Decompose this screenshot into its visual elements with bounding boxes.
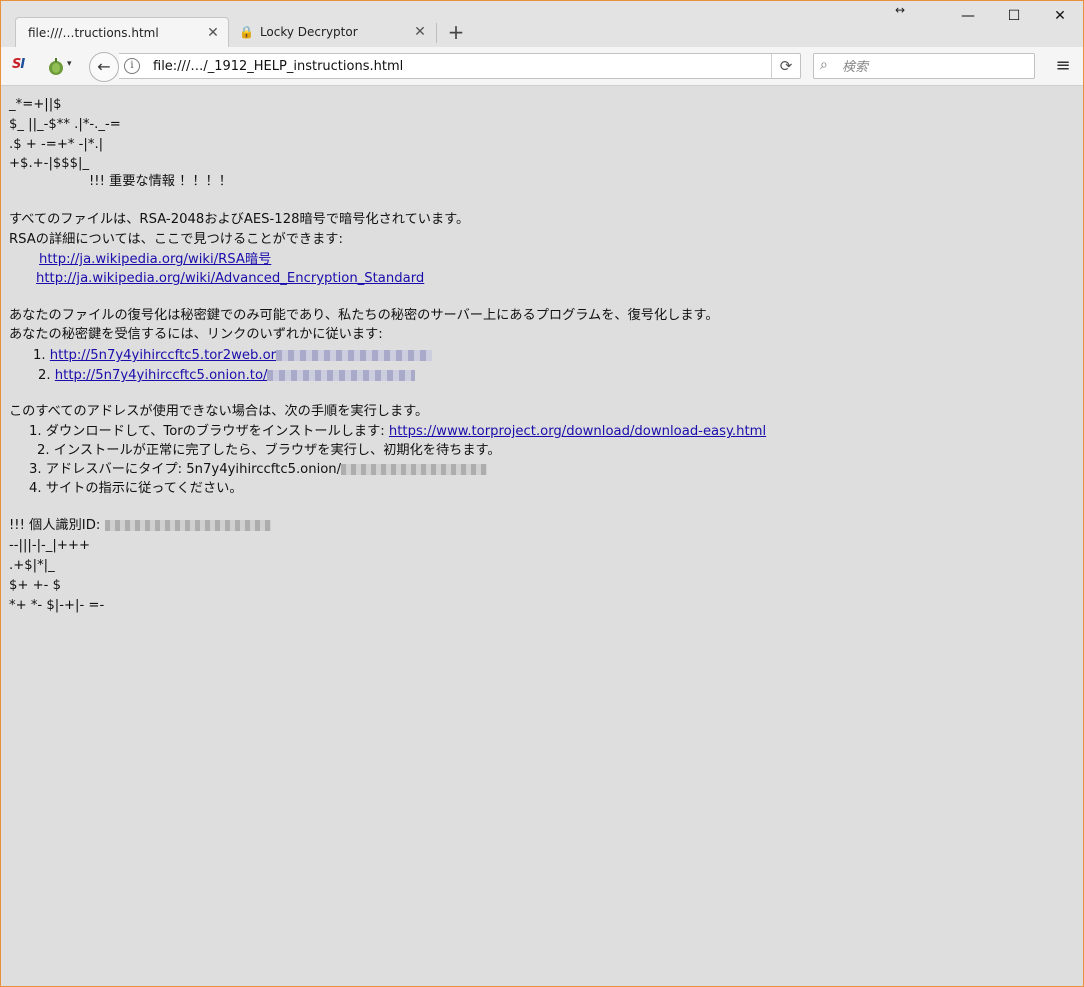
search-icon: ⌕ xyxy=(820,57,828,73)
ascii-art-line: .$ + -=+* -|*.| xyxy=(9,137,104,152)
tor-download-link[interactable]: https://www.torproject.org/download/down… xyxy=(389,424,766,439)
back-button[interactable]: ← xyxy=(89,52,119,82)
ascii-art-line: .+$|*|_ xyxy=(9,558,55,573)
dropdown-caret-icon[interactable]: ▾ xyxy=(67,59,72,69)
lock-icon: 🔒 xyxy=(239,25,254,39)
minimize-button[interactable]: — xyxy=(945,1,991,31)
ascii-art-line: _*=+||$ xyxy=(9,97,62,112)
tab-close-icon[interactable]: ✕ xyxy=(206,26,220,40)
private-key-instructions: あなたの秘密鍵を受信するには、リンクのいずれかに従います: xyxy=(9,327,383,342)
payment-link-1[interactable]: 1. http://5n7y4yihirccftc5.tor2web.or xyxy=(33,346,433,365)
search-input[interactable] xyxy=(840,57,1032,77)
redacted-id xyxy=(104,519,271,531)
step-3: 3. アドレスバーにタイプ: 5n7y4yihirccftc5.onion/ xyxy=(29,460,488,479)
ascii-art-line: *+ *- $|-+|- =- xyxy=(9,598,105,613)
menu-button[interactable]: ≡ xyxy=(1051,55,1075,77)
aes-wiki-link[interactable]: http://ja.wikipedia.org/wiki/Advanced_En… xyxy=(36,269,424,288)
resize-indicator-icon: ↔ xyxy=(895,3,906,17)
decryption-info: あなたのファイルの復号化は秘密鍵でのみ可能であり、私たちの秘密のサーバー上にある… xyxy=(9,308,719,323)
rsa-details-text: RSAの詳細については、ここで見つけることができます: xyxy=(9,232,343,247)
redacted-id xyxy=(276,349,433,361)
redacted-id xyxy=(341,463,488,475)
rsa-wiki-link[interactable]: http://ja.wikipedia.org/wiki/RSA暗号 xyxy=(39,250,271,269)
tab-title: Locky Decryptor xyxy=(259,25,358,39)
info-icon[interactable]: i xyxy=(124,58,140,74)
window-close-button[interactable]: ✕ xyxy=(1037,1,1083,31)
title-bar: file:///…tructions.html ✕ 🔒 Locky Decryp… xyxy=(1,1,1083,47)
ascii-art-line: --|||-|-_|+++ xyxy=(9,538,90,553)
page-heading: !!! 重要な情報 ！！！！ xyxy=(89,174,232,189)
si-logo-icon[interactable]: SI xyxy=(12,57,25,72)
address-bar[interactable]: i file:///…/_1912_HELP_instructions.html… xyxy=(119,53,801,79)
search-box[interactable]: ⌕ xyxy=(813,53,1035,79)
browser-window: file:///…tructions.html ✕ 🔒 Locky Decryp… xyxy=(0,0,1084,987)
ascii-art-line: $_ ||_-$** .|*-._-= xyxy=(9,117,121,132)
tab-close-icon[interactable]: ✕ xyxy=(413,25,427,39)
maximize-button[interactable]: ☐ xyxy=(991,1,1037,31)
reload-icon[interactable]: ⟳ xyxy=(771,54,800,78)
personal-id-line: !!! 個人識別ID: xyxy=(9,516,271,535)
address-text[interactable]: file:///…/_1912_HELP_instructions.html xyxy=(153,59,403,74)
redacted-id xyxy=(267,369,416,381)
step-1: 1. ダウンロードして、Torのブラウザをインストールします: https://… xyxy=(29,424,767,439)
step-2: 2. インストールが正常に完了したら、ブラウザを実行し、初期化を待ちます。 xyxy=(37,443,501,458)
encryption-notice: すべてのファイルは、RSA-2048およびAES-128暗号で暗号化されています… xyxy=(9,212,470,227)
tab-locky-decryptor[interactable]: 🔒 Locky Decryptor ✕ xyxy=(233,17,435,47)
ascii-art-line: $+ +- $ xyxy=(9,578,62,593)
ascii-art-line: +$.+-|$$$|_ xyxy=(9,156,90,171)
step-4: 4. サイトの指示に従ってください。 xyxy=(29,481,243,496)
fallback-instructions: このすべてのアドレスが使用できない場合は、次の手順を実行します。 xyxy=(9,404,429,419)
tab-help-instructions[interactable]: file:///…tructions.html ✕ xyxy=(15,17,229,47)
page-content: _*=+||$ $_ ||_-$** .|*-._-= .$ + -=+* -|… xyxy=(1,86,1083,986)
payment-link-2[interactable]: 2. http://5n7y4yihirccftc5.onion.to/ xyxy=(38,366,416,385)
navigation-toolbar: SI ▾ ← i file:///…/_1912_HELP_instructio… xyxy=(1,47,1083,86)
tor-onion-icon[interactable] xyxy=(46,56,66,76)
tab-title: file:///…tructions.html xyxy=(28,25,159,40)
new-tab-button[interactable]: + xyxy=(445,21,467,43)
tab-separator xyxy=(436,23,437,43)
